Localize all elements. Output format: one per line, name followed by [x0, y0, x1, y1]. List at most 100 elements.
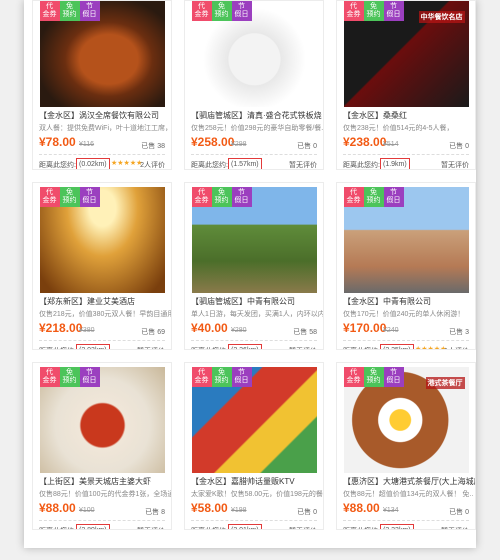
distance-label: 距离此您约: [39, 162, 76, 169]
deal-card[interactable]: 港式茶餐厅 代金券免预约节假日 【惠济区】大塘港式茶餐厅(大上海城店 仅售88元！超值… [336, 362, 476, 530]
review-count[interactable]: 暂无评价 [289, 526, 317, 529]
divider [343, 154, 469, 155]
promo-badge: 节假日 [231, 187, 252, 207]
page-container: 代金券免预约节假日 【金水区】涡汉全席餐饮有限公司 双人餐：提供免费WiFi，叶十道… [24, 0, 476, 548]
deal-photo[interactable]: 港式茶餐厅 代金券免预约节假日 [343, 367, 469, 473]
deal-description: 单人1日游，每天发团，买满1人，内环以内... [191, 311, 323, 318]
deal-photo[interactable]: 代金券免预约节假日 [39, 1, 165, 107]
deal-photo[interactable]: 代金券免预约节假日 [39, 367, 165, 473]
promo-badge: 节假日 [383, 187, 404, 207]
deal-card[interactable]: 代金券免预约节假日【驷庙管城区】中青有限公司单人1日游，每天发团，买满1人，内环… [184, 182, 324, 350]
distance-label: 距离此您约: [191, 346, 228, 349]
promo-badge: 代金券 [191, 367, 212, 387]
deal-title[interactable]: 【上街区】美景天城店主婆大虾 [33, 473, 171, 487]
distance-label: 距离此您约: [191, 162, 228, 169]
promo-badge: 免预约 [211, 1, 232, 21]
deal-card[interactable]: 代金券免预约节假日 【金水区】中青有限公司仅售170元！价值240元的单人休闲游！… [336, 182, 476, 350]
promo-badge: 免预约 [363, 367, 384, 387]
deal-title[interactable]: 【驷庙管城区】中青有限公司 [185, 293, 323, 307]
distance-value: (1.9km) [380, 158, 410, 169]
price-line: ¥170.00 ¥240 已售 3 [343, 321, 469, 337]
deal-card[interactable]: 代金券免预约节假日 【金水区】涡汉全席餐饮有限公司 双人餐：提供免费WiFi，叶十道… [32, 0, 172, 170]
deal-card[interactable]: 代金券免预约节假日 【郑东新区】建业艾美酒店仅售218元，价值380元双人餐！早韵… [32, 182, 172, 350]
divider [39, 154, 165, 155]
promo-badges: 代金券免预约节假日 [191, 1, 252, 21]
deal-photo[interactable]: 代金券免预约节假日 [191, 1, 317, 107]
promo-badge: 免预约 [59, 1, 80, 21]
price-line: ¥258.00 ¥298 已售 0 [191, 135, 317, 151]
review-count[interactable]: 暂无评价 [289, 160, 317, 169]
deal-photo[interactable]: 代金券免预约节假日 [343, 187, 469, 293]
deal-card[interactable]: 代金券免预约节假日【金水区】嘉腊帅话量贩KTV 太家爱K歌！仅售58.00元，价值… [184, 362, 324, 530]
deal-title[interactable]: 【金水区】涡汉全席餐饮有限公司 [33, 107, 171, 121]
deal-description: 仅售170元！价值240元的单人休闲游！ [343, 311, 465, 318]
distance-value: (2.25km) [380, 344, 414, 349]
deal-card[interactable]: 代金券免预约节假日【驷庙管城区】清真·盛合花式铁板烧仅售258元！价值298元的… [184, 0, 324, 170]
sold-count: 已售 69 [141, 329, 165, 336]
price-line: ¥238.00 ¥514 已售 0 [343, 135, 469, 151]
promo-badges: 代金券免预约节假日 [191, 367, 252, 387]
deal-photo[interactable]: 代金券免预约节假日 [191, 187, 317, 293]
original-price: ¥198 [231, 507, 247, 514]
review-count[interactable]: 暂无评价 [441, 526, 469, 529]
deal-price: ¥88.00 [343, 501, 380, 515]
deal-title[interactable]: 【金水区】中青有限公司 [337, 293, 475, 307]
sold-count: 已售 3 [449, 329, 469, 336]
price-line: ¥78.00 ¥116 已售 38 [39, 135, 165, 151]
review-count[interactable]: 暂无评价 [441, 160, 469, 169]
deal-price: ¥170.00 [343, 321, 387, 335]
distance-label: 距离此您约: [343, 346, 380, 349]
promo-badge: 代金券 [343, 187, 364, 207]
review-count[interactable]: 暂无评价 [289, 346, 317, 349]
promo-badge: 节假日 [79, 187, 100, 207]
deal-title[interactable]: 【金水区】嘉腊帅话量贩KTV [185, 473, 323, 487]
promo-badge: 免预约 [59, 367, 80, 387]
distance-label: 距离此您约: [39, 526, 76, 529]
deal-title[interactable]: 【金水区】桑桑红 [337, 107, 475, 121]
review-count[interactable]: 1人评价 [444, 346, 469, 349]
deal-photo[interactable]: 中华餐饮名店 代金券免预约节假日 [343, 1, 469, 107]
divider [191, 520, 317, 521]
sold-count: 已售 38 [141, 143, 165, 150]
promo-badge: 节假日 [231, 367, 252, 387]
divider [343, 340, 469, 341]
distance-label: 距离此您约: [343, 526, 380, 529]
promo-badge: 节假日 [79, 1, 100, 21]
promo-badge: 免预约 [211, 367, 232, 387]
deal-footer: 距离此您约:(2.89km) 暂无评价 [39, 524, 165, 529]
review-count[interactable]: 暂无评价 [137, 346, 165, 349]
promo-badges: 代金券免预约节假日 [39, 1, 100, 21]
original-price: ¥240 [383, 327, 399, 334]
deal-title[interactable]: 【驷庙管城区】清真·盛合花式铁板烧 [185, 107, 323, 121]
deal-price: ¥78.00 [39, 135, 76, 149]
promo-badges: 代金券免预约节假日 [191, 187, 252, 207]
deal-description: 太家爱K歌！仅售58.00元，价值198元的餐... [191, 491, 323, 498]
original-price: ¥514 [383, 141, 399, 148]
deal-title[interactable]: 【郑东新区】建业艾美酒店 [33, 293, 171, 307]
distance-value: (2.26km) [228, 344, 262, 349]
deal-photo[interactable]: 代金券免预约节假日 [191, 367, 317, 473]
distance-label: 距离此您约: [343, 162, 380, 169]
deal-description: 仅售238元！价值514元的4-5人餐， [343, 125, 454, 132]
deal-price: ¥58.00 [191, 501, 228, 515]
distance-value: (1.57km) [228, 158, 262, 169]
deal-description: 仅售218元，价值380元双人餐！早韵目通用 [39, 311, 171, 318]
promo-badge: 代金券 [191, 1, 212, 21]
review-count[interactable]: 2人评价 [140, 160, 165, 169]
promo-badge: 节假日 [383, 367, 404, 387]
photo-caption: 中华餐饮名店 [418, 11, 465, 23]
deal-card[interactable]: 代金券免预约节假日 【上街区】美景天城店主婆大虾仅售88元！价值100元的代金券1… [32, 362, 172, 530]
deal-footer: 距离此您约:(3.01km) 暂无评价 [191, 524, 317, 529]
original-price: ¥380 [79, 327, 95, 334]
review-count[interactable]: 暂无评价 [137, 526, 165, 529]
deal-footer: 距离此您约:(2.26km) 暂无评价 [191, 344, 317, 349]
distance-value: (0.02km) [76, 158, 110, 169]
deal-description: 仅售88元！价值100元的代金券1张，全场通... [39, 491, 171, 498]
deal-title[interactable]: 【惠济区】大塘港式茶餐厅(大上海城店 [337, 473, 475, 487]
divider [191, 340, 317, 341]
deal-description: 仅售258元！价值298元的豪华自助零餐/餐... [191, 125, 323, 132]
deal-photo[interactable]: 代金券免预约节假日 [39, 187, 165, 293]
deal-card[interactable]: 中华餐饮名店 代金券免预约节假日 【金水区】桑桑红仅售238元！价值514元的4-5… [336, 0, 476, 170]
sold-count: 已售 0 [449, 143, 469, 150]
promo-badge: 节假日 [79, 367, 100, 387]
